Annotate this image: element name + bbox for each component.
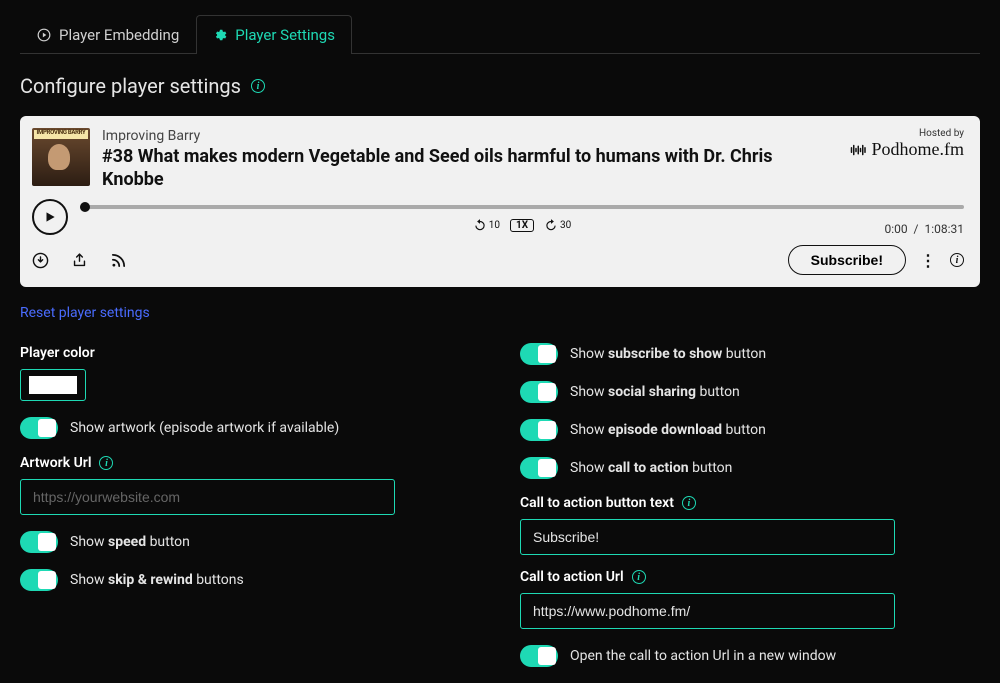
info-icon[interactable]: i	[950, 253, 964, 267]
cta-url-input[interactable]	[520, 593, 895, 629]
toggle-label: Show call to action button	[570, 460, 732, 476]
episode-title: #38 What makes modern Vegetable and Seed…	[102, 146, 838, 191]
download-icon[interactable]	[32, 252, 49, 269]
toggle-label: Show subscribe to show button	[570, 346, 766, 362]
gear-icon	[213, 28, 227, 42]
forward-icon	[544, 218, 558, 232]
toggle-label: Show social sharing button	[570, 384, 740, 400]
waveform-icon	[850, 143, 868, 157]
rewind-icon	[473, 218, 487, 232]
cta-text-label: Call to action button text i	[520, 495, 980, 511]
toggle-label: Show skip & rewind buttons	[70, 572, 244, 588]
settings-right-column: Show subscribe to show button Show socia…	[520, 327, 980, 683]
share-icon[interactable]	[71, 252, 88, 269]
host-brand[interactable]: Podhome.fm	[850, 139, 965, 160]
rss-icon[interactable]	[110, 252, 127, 269]
time-display: 0:00 / 1:08:31	[884, 222, 964, 236]
toggle-show-speed[interactable]	[20, 531, 58, 553]
tab-label: Player Embedding	[59, 26, 179, 44]
toggle-label: Show speed button	[70, 534, 190, 550]
cta-text-input[interactable]	[520, 519, 895, 555]
toggle-show-skip-rewind[interactable]	[20, 569, 58, 591]
player-color-picker[interactable]	[20, 369, 86, 401]
play-button[interactable]	[32, 199, 68, 235]
player-color-label: Player color	[20, 345, 480, 361]
toggle-show-subscribe[interactable]	[520, 343, 558, 365]
toggle-label: Open the call to action Url in a new win…	[570, 648, 836, 664]
forward-30-button[interactable]: 30	[544, 218, 571, 232]
play-circle-icon	[37, 28, 51, 42]
artwork-caption: IMPROVING BARRY	[32, 129, 90, 136]
episode-artwork: IMPROVING BARRY	[32, 128, 90, 186]
section-title: Configure player settings i	[20, 74, 980, 98]
subscribe-button[interactable]: Subscribe!	[788, 245, 906, 275]
toggle-show-social-sharing[interactable]	[520, 381, 558, 403]
reset-player-settings-link[interactable]: Reset player settings	[20, 305, 980, 321]
toggle-show-call-to-action[interactable]	[520, 457, 558, 479]
info-icon[interactable]: i	[251, 79, 265, 93]
tab-player-settings[interactable]: Player Settings	[196, 15, 352, 54]
info-icon[interactable]: i	[682, 496, 696, 510]
progress-scrubber[interactable]	[80, 202, 964, 212]
section-title-text: Configure player settings	[20, 74, 241, 98]
cta-url-label: Call to action Url i	[520, 569, 980, 585]
show-name: Improving Barry	[102, 128, 838, 144]
player-preview: IMPROVING BARRY Improving Barry #38 What…	[20, 116, 980, 287]
tab-player-embedding[interactable]: Player Embedding	[20, 15, 196, 54]
toggle-label: Show artwork (episode artwork if availab…	[70, 420, 339, 436]
toggle-show-artwork[interactable]	[20, 417, 58, 439]
hosted-by-label: Hosted by	[850, 128, 965, 139]
toggle-open-new-window[interactable]	[520, 645, 558, 667]
artwork-url-input[interactable]	[20, 479, 395, 515]
tab-label: Player Settings	[235, 26, 335, 44]
rewind-10-button[interactable]: 10	[473, 218, 500, 232]
more-menu-icon[interactable]: ⋮	[920, 251, 936, 270]
color-swatch-preview	[29, 376, 77, 394]
tabs-bar: Player Embedding Player Settings	[20, 14, 980, 54]
artwork-url-label: Artwork Url i	[20, 455, 480, 471]
info-icon[interactable]: i	[99, 456, 113, 470]
play-icon	[43, 210, 57, 224]
speed-button[interactable]: 1X	[510, 219, 534, 232]
toggle-show-episode-download[interactable]	[520, 419, 558, 441]
toggle-label: Show episode download button	[570, 422, 766, 438]
info-icon[interactable]: i	[632, 570, 646, 584]
settings-left-column: Player color Show artwork (episode artwo…	[20, 331, 480, 683]
